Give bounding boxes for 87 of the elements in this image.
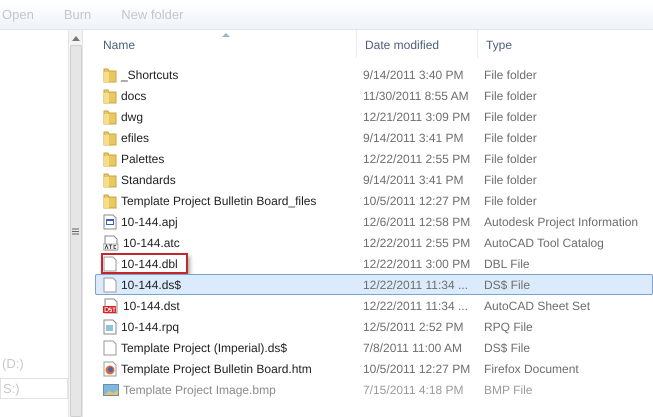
date-modified: 12/22/2011 2:55 PM (362, 234, 472, 252)
folder-icon (103, 130, 117, 146)
folder-icon (103, 88, 117, 104)
date-modified: 11/30/2011 8:55 AM (362, 88, 470, 104)
file-row[interactable]: 10-144.rpq 12/5/2011 2:52 PM RPQ File (95, 316, 653, 337)
file-name: docs (121, 88, 146, 104)
file-type: File folder (483, 150, 537, 168)
file-name: dwg (121, 108, 144, 126)
file-row[interactable]: efiles 9/14/2011 3:41 PM File folder (95, 127, 653, 148)
date-modified: 7/8/2011 11:00 AM (362, 340, 463, 356)
date-modified: 12/22/2011 2:55 PM (362, 150, 472, 168)
date-modified: 9/14/2011 3:41 PM (362, 130, 465, 146)
blank-document-icon (103, 256, 117, 272)
file-row[interactable]: Palettes 12/22/2011 2:55 PM File folder (95, 148, 653, 169)
date-modified: 12/6/2011 12:58 PM (362, 214, 472, 230)
file-row[interactable]: 10-144.ds$ 12/22/2011 11:34 ... DS$ File (95, 274, 653, 295)
file-name: Template Project Bulletin Board_files (121, 192, 316, 210)
globe-document-icon (103, 360, 117, 376)
folder-icon (103, 192, 117, 208)
atc-document-icon (103, 234, 119, 250)
file-type: RPQ File (483, 318, 533, 336)
file-type: Firefox Document (483, 360, 579, 378)
file-type: AutoCAD Sheet Set (483, 298, 590, 314)
file-row[interactable]: 10-144.apj 12/6/2011 12:58 PM Autodesk Project Information (95, 211, 653, 232)
date-modified: 12/5/2011 2:52 PM (362, 318, 465, 336)
file-type: File folder (483, 172, 537, 188)
date-modified: 12/22/2011 11:34 ... (362, 298, 469, 314)
file-row[interactable]: _Shortcuts 9/14/2011 3:40 PM File folder (95, 64, 653, 85)
date-modified: 12/22/2011 11:34 ... (362, 276, 469, 294)
file-name: 10-144.dst (123, 298, 180, 314)
blank-document-icon (103, 276, 117, 292)
file-row[interactable]: dwg 12/21/2011 3:09 PM File folder (95, 106, 653, 127)
date-modified: 12/21/2011 3:09 PM (362, 108, 472, 126)
column-header[interactable]: Name (95, 30, 357, 58)
file-row[interactable]: Template Project Bulletin Board.htm 10/5/2011 12:27 PM Firefox Document (95, 358, 653, 379)
file-name: _Shortcuts (121, 66, 178, 84)
folder-icon (103, 150, 117, 166)
scrollbar-thumb[interactable] (70, 45, 82, 417)
sort-arrow-icon (222, 33, 230, 37)
file-name: efiles (121, 130, 150, 146)
date-modified: 9/14/2011 3:41 PM (362, 172, 465, 188)
file-type: AutoCAD Tool Catalog (483, 234, 604, 252)
scroll-up-arrow-icon[interactable] (72, 36, 80, 41)
blank-document-icon (103, 340, 117, 356)
file-name: 10-144.rpq (121, 318, 180, 336)
file-name: Template Project Image.bmp (123, 382, 276, 398)
date-modified: 7/15/2011 4:18 PM (362, 382, 465, 398)
date-modified: 9/14/2011 3:40 PM (362, 66, 465, 84)
file-type: Autodesk Project Information (483, 214, 638, 230)
grip-icon (72, 228, 79, 234)
image-document-icon (103, 318, 117, 334)
folder-icon (103, 172, 117, 188)
file-name: Template Project (Imperial).ds$ (121, 340, 288, 356)
file-row[interactable]: Template Project (Imperial).ds$ 7/8/2011 11:00 AM DS$ File (95, 337, 653, 358)
date-modified: 10/5/2011 12:27 PM (362, 192, 472, 210)
file-row[interactable]: 10-144.dst 12/22/2011 11:34 ... AutoCAD Sheet Set (95, 295, 653, 316)
file-row[interactable]: Template Project Bulletin Board_files 10/5/2011 12:27 PM File folder (95, 190, 653, 211)
file-row[interactable]: 10-144.atc 12/22/2011 2:55 PM AutoCAD Tool Catalog (95, 232, 653, 253)
file-name: 10-144.ds$ (121, 276, 182, 294)
folder-icon (103, 108, 117, 124)
file-name: Standards (121, 172, 176, 188)
file-type: DS$ File (483, 276, 530, 294)
date-modified: 10/5/2011 12:27 PM (362, 360, 472, 378)
file-name: 10-144.apj (121, 214, 178, 230)
date-modified: 12/22/2011 3:00 PM (362, 256, 472, 272)
dst-document-icon (103, 298, 119, 314)
file-name: 10-144.atc (123, 234, 180, 252)
scrollbar[interactable] (68, 30, 83, 417)
file-row[interactable]: docs 11/30/2011 8:55 AM File folder (95, 85, 653, 106)
file-type: File folder (483, 108, 537, 126)
file-type: File folder (483, 66, 537, 84)
file-type: File folder (483, 192, 537, 210)
folder-icon (103, 66, 117, 82)
window-document-icon (103, 214, 117, 230)
file-name: Palettes (121, 150, 164, 168)
file-type: DBL File (483, 256, 530, 272)
file-row[interactable]: Standards 9/14/2011 3:41 PM File folder (95, 169, 653, 190)
column-header[interactable]: Type (478, 30, 638, 58)
picture-icon (103, 382, 119, 396)
file-row[interactable]: 10-144.dbl 12/22/2011 3:00 PM DBL File (95, 253, 653, 274)
file-name: 10-144.dbl (121, 256, 178, 272)
file-type: BMP File (483, 382, 532, 398)
file-name: Template Project Bulletin Board.htm (121, 360, 312, 378)
file-type: File folder (483, 130, 537, 146)
file-type: DS$ File (483, 340, 530, 356)
column-header[interactable]: Date modified (357, 30, 478, 58)
file-type: File folder (483, 88, 537, 104)
